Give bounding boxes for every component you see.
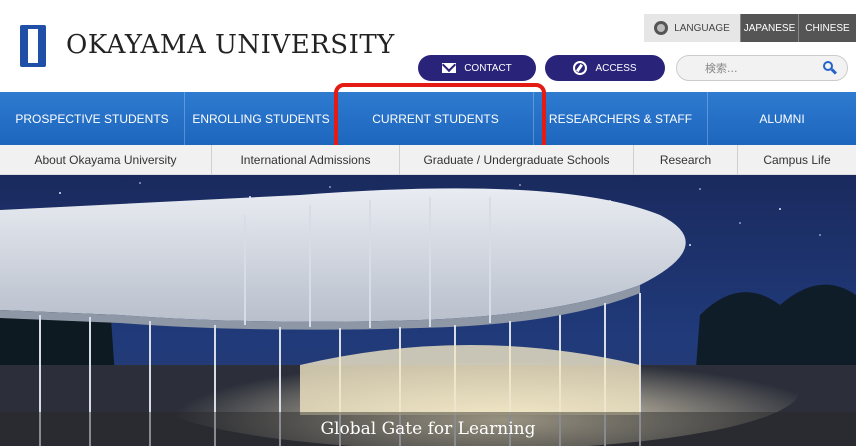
- subnav-about[interactable]: About Okayama University: [0, 145, 212, 175]
- contact-button[interactable]: CONTACT: [418, 55, 536, 81]
- search-icon[interactable]: [823, 61, 838, 75]
- nav-current-students[interactable]: CURRENT STUDENTS: [338, 92, 534, 145]
- main-navigation: PROSPECTIVE STUDENTS ENROLLING STUDENTS …: [0, 92, 856, 145]
- language-chinese-button[interactable]: CHINESE: [798, 14, 856, 42]
- contact-label: CONTACT: [464, 62, 512, 74]
- compass-icon: [573, 61, 588, 75]
- subnav-international-admissions[interactable]: International Admissions: [212, 145, 400, 175]
- hero-caption-bar: Global Gate for Learning: [0, 412, 856, 446]
- search-input[interactable]: [705, 59, 815, 77]
- search-box: [676, 55, 848, 81]
- university-logo-icon[interactable]: [20, 25, 46, 67]
- access-label: ACCESS: [595, 62, 637, 74]
- language-japanese-button[interactable]: JAPANESE: [740, 14, 798, 42]
- hero-banner: Global Gate for Learning: [0, 175, 856, 446]
- language-bar: LANGUAGE JAPANESE CHINESE: [644, 14, 856, 42]
- access-button[interactable]: ACCESS: [545, 55, 665, 81]
- globe-icon: [654, 21, 669, 35]
- sub-navigation: About Okayama University International A…: [0, 145, 856, 175]
- nav-alumni[interactable]: ALUMNI: [708, 92, 856, 145]
- language-label: LANGUAGE: [644, 14, 740, 42]
- university-name[interactable]: OKAYAMA UNIVERSITY: [66, 30, 395, 60]
- mail-icon: [442, 63, 457, 73]
- subnav-schools[interactable]: Graduate / Undergraduate Schools: [400, 145, 634, 175]
- subnav-research[interactable]: Research: [634, 145, 738, 175]
- language-label-text: LANGUAGE: [674, 22, 730, 34]
- hero-photo: [0, 175, 856, 446]
- nav-researchers-staff[interactable]: RESEARCHERS & STAFF: [534, 92, 708, 145]
- site-header: OKAYAMA UNIVERSITY LANGUAGE JAPANESE CHI…: [0, 0, 856, 92]
- nav-prospective-students[interactable]: PROSPECTIVE STUDENTS: [0, 92, 185, 145]
- hero-caption: Global Gate for Learning: [320, 419, 536, 439]
- nav-enrolling-students[interactable]: ENROLLING STUDENTS: [185, 92, 338, 145]
- subnav-campus-life[interactable]: Campus Life: [738, 145, 856, 175]
